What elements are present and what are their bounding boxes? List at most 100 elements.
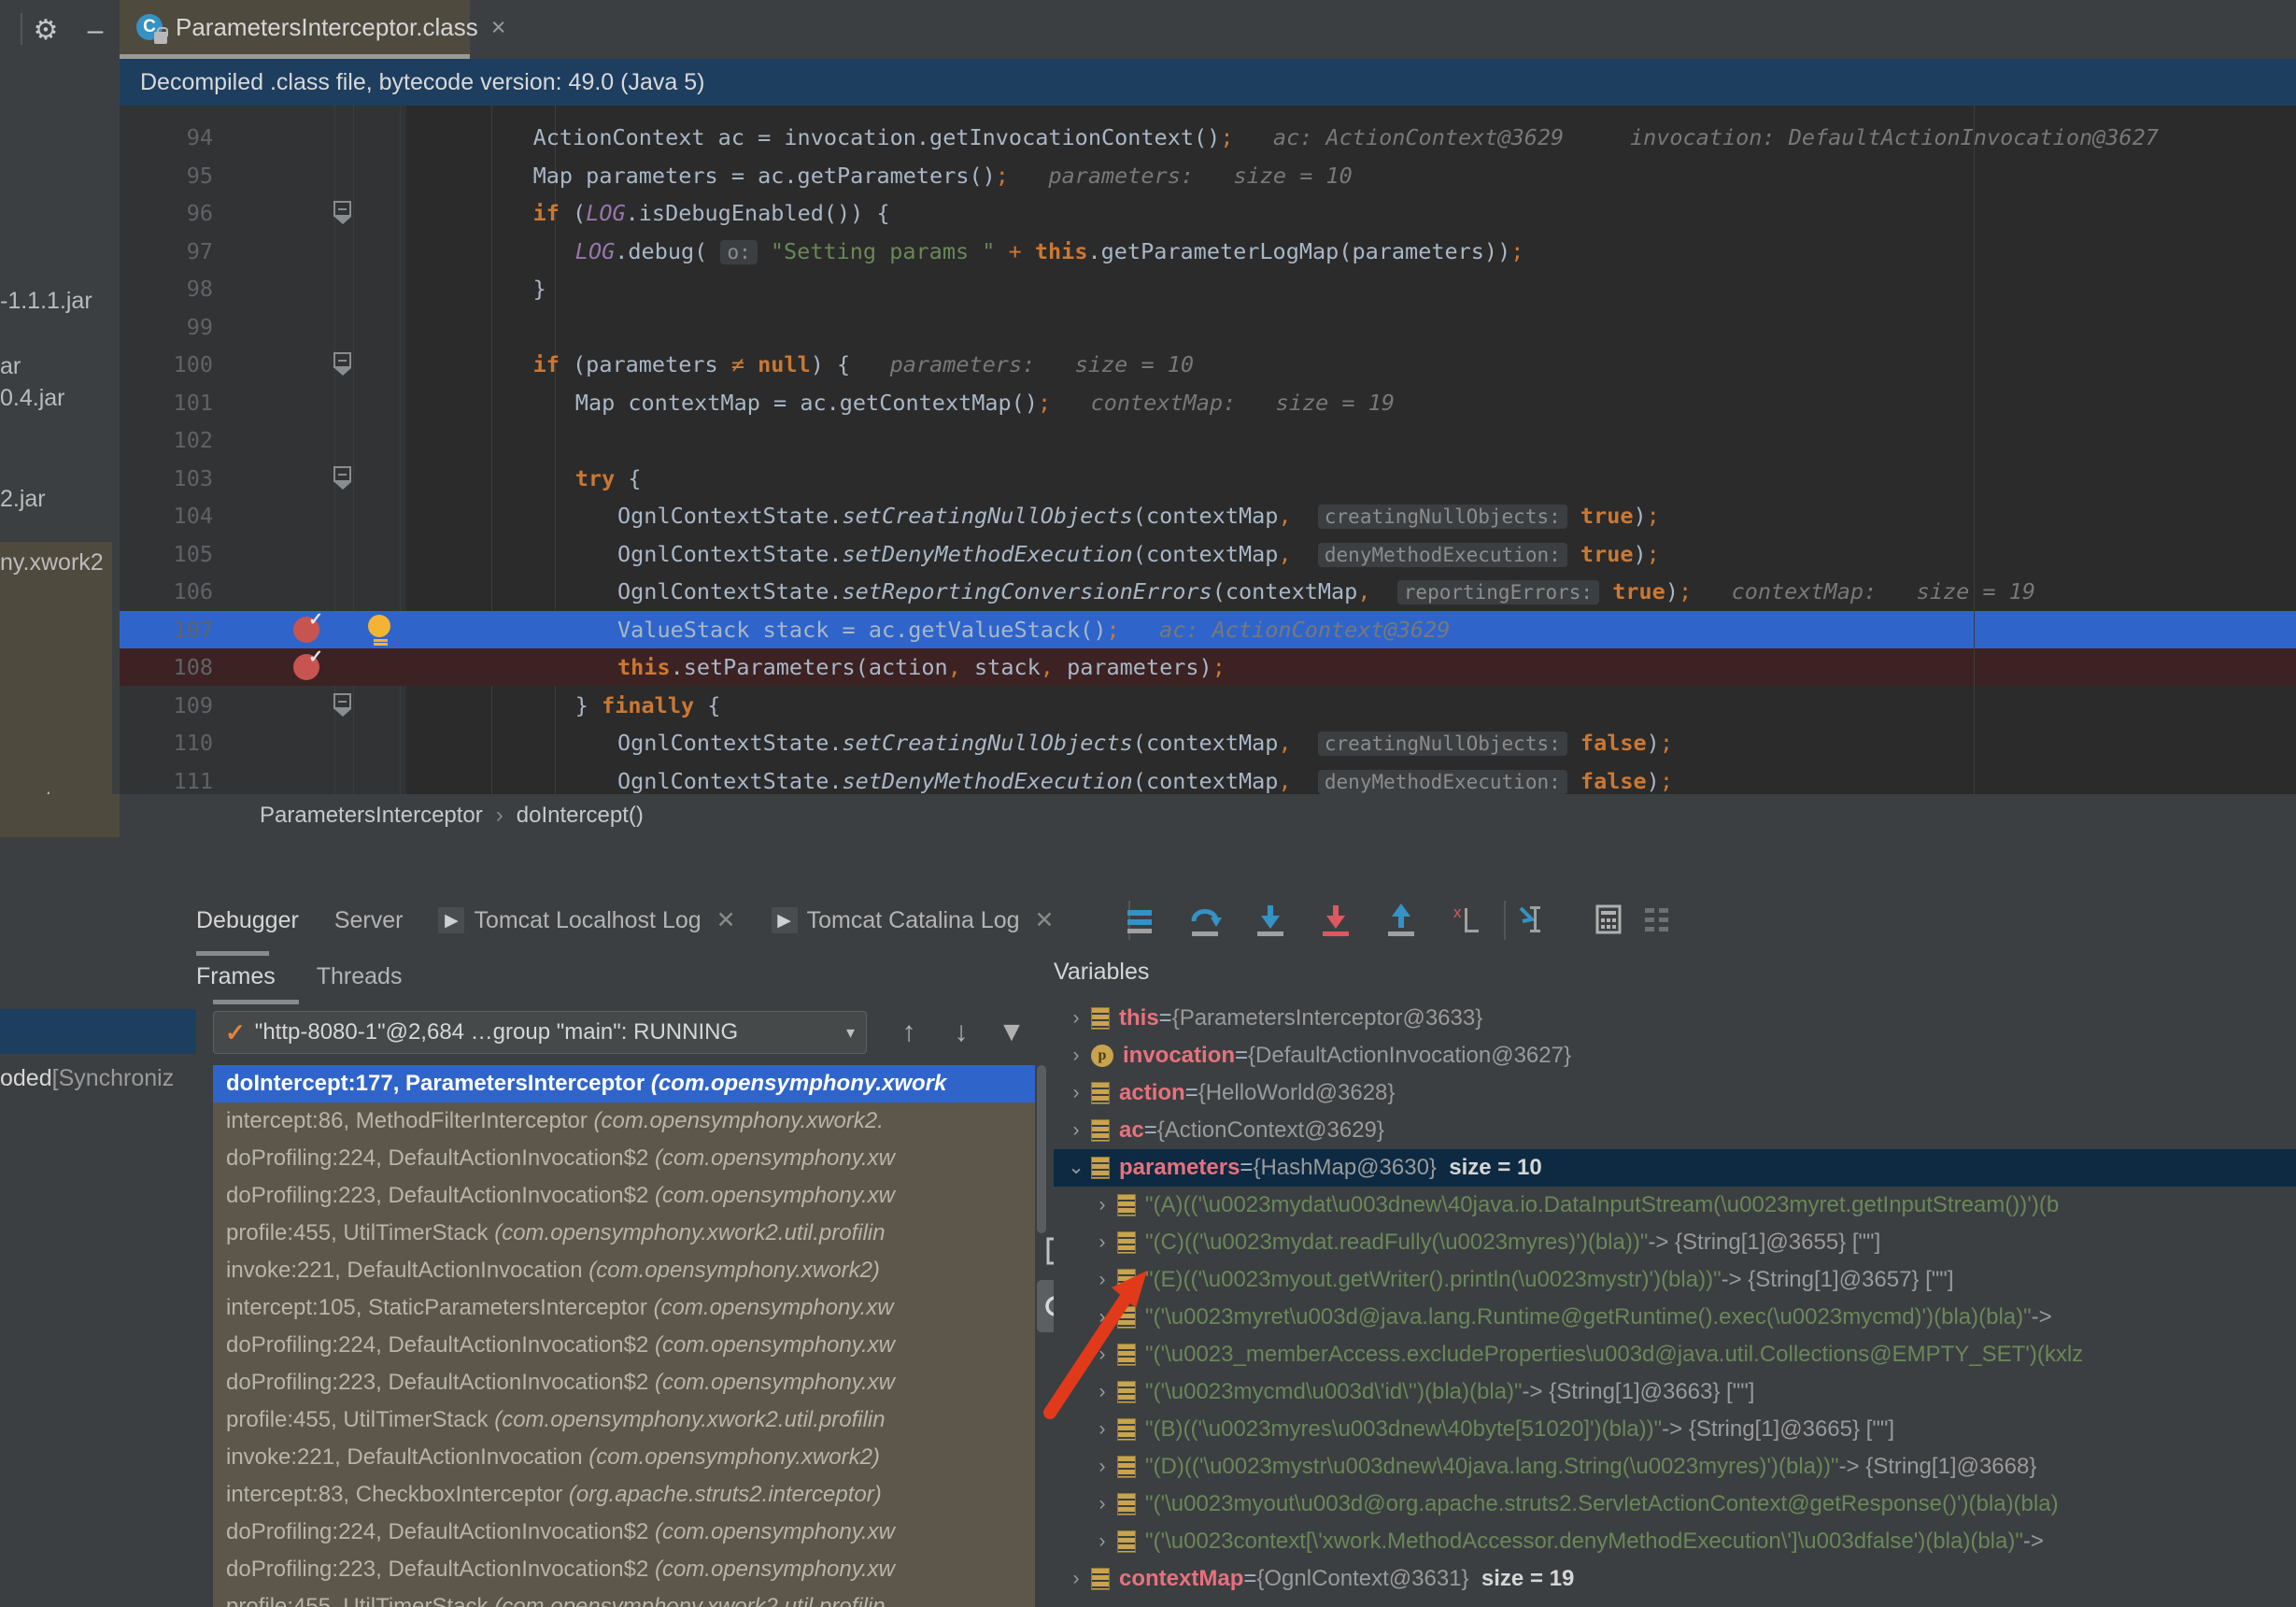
thread-selector[interactable]: ✓ "http-8080-1"@2,684 …group "main": RUN… (213, 1011, 867, 1054)
expand-arrow-icon[interactable]: › (1087, 1187, 1117, 1224)
frame-row[interactable]: intercept:83, CheckboxInterceptor (org.a… (213, 1476, 1035, 1514)
frame-row[interactable]: profile:455, UtilTimerStack (com.opensym… (213, 1215, 1035, 1252)
frame-row[interactable]: profile:455, UtilTimerStack (com.opensym… (213, 1401, 1035, 1439)
variable-row[interactable]: › "(A)(('\u0023mydat\u003dnew\40java.io.D… (1054, 1187, 2296, 1224)
drop-frame-icon[interactable]: x (1446, 899, 1487, 940)
frame-row[interactable]: doProfiling:224, DefaultActionInvocation… (213, 1140, 1035, 1177)
variable-row[interactable]: › "('\u0023mycmd\u003d\'id\'')(bla)(bla)"… (1054, 1373, 2296, 1411)
frame-row[interactable]: doProfiling:223, DefaultActionInvocation… (213, 1364, 1035, 1401)
code-line-102[interactable]: 102 (120, 421, 2296, 459)
variable-row[interactable]: ⌄ parameters = {HashMap@3630} size = 10 (1054, 1149, 2296, 1187)
frame-row[interactable]: intercept:105, StaticParametersIntercept… (213, 1289, 1035, 1327)
expand-arrow-icon[interactable]: › (1087, 1448, 1117, 1486)
variables-list[interactable]: › this = {ParametersInterceptor@3633} › p in… (1054, 1000, 2296, 1607)
code-line-101[interactable]: 101 Map contextMap = ac.getContextMap(); … (120, 384, 2296, 421)
tab-threads[interactable]: Threads (317, 963, 403, 990)
expand-arrow-icon[interactable]: › (1087, 1261, 1117, 1299)
variable-row[interactable]: › this = {ParametersInterceptor@3633} (1054, 1000, 2296, 1037)
variable-row[interactable]: › "(D)(('\u0023mystr\u003dnew\40java.lang… (1054, 1448, 2296, 1486)
tab-tomcat-catalina-log[interactable]: ▶ Tomcat Catalina Log ✕ (771, 906, 1055, 934)
expand-arrow-icon[interactable]: › (1061, 1000, 1091, 1037)
minimize-icon[interactable]: – (79, 15, 111, 47)
frames-list[interactable]: doIntercept:177, ParametersInterceptor (… (213, 1065, 1035, 1607)
tab-server[interactable]: Server (334, 907, 404, 934)
frame-row[interactable]: intercept:86, MethodFilterInterceptor (c… (213, 1102, 1035, 1140)
tab-frames[interactable]: Frames (196, 963, 276, 990)
expand-arrow-icon[interactable]: › (1087, 1336, 1117, 1373)
frame-row[interactable]: profile:455, UtilTimerStack (com.opensym… (213, 1588, 1035, 1607)
expand-arrow-icon[interactable]: › (1087, 1299, 1117, 1336)
code-line-108[interactable]: 108 this.setParameters(action, stack, par… (120, 648, 2296, 686)
sidebar-item-2[interactable]: 0.4.jar (0, 385, 64, 412)
variable-row[interactable]: › "('\u0023context[\'xwork.MethodAccessor… (1054, 1523, 2296, 1560)
breakpoint-icon-107[interactable] (293, 609, 323, 643)
variable-row[interactable]: › "('\u0023myret\u003d@java.lang.Runtime@… (1054, 1299, 2296, 1336)
editor-tab-parametersinterceptor[interactable]: C ParametersInterceptor.class × (120, 0, 505, 54)
step-out-icon[interactable] (1381, 899, 1422, 940)
tab-tomcat-localhost-log[interactable]: ▶ Tomcat Localhost Log ✕ (438, 906, 736, 934)
code-line-95[interactable]: 95 Map parameters = ac.getParameters(); p… (120, 157, 2296, 194)
breadcrumb-class[interactable]: ParametersInterceptor (260, 803, 483, 829)
frame-row[interactable]: doProfiling:223, DefaultActionInvocation… (213, 1177, 1035, 1215)
frame-row[interactable]: doProfiling:224, DefaultActionInvocation… (213, 1514, 1035, 1551)
settings-icon[interactable] (1637, 899, 1678, 940)
code-line-98[interactable]: 98} (120, 270, 2296, 307)
breadcrumb-method[interactable]: doIntercept() (517, 803, 644, 829)
expand-arrow-icon[interactable]: › (1061, 1560, 1091, 1598)
code-line-96[interactable]: 96 if (LOG.isDebugEnabled()) { (120, 194, 2296, 232)
code-line-106[interactable]: 106 OgnlContextState.setReportingConversi… (120, 573, 2296, 610)
close-icon[interactable]: × (491, 13, 506, 42)
up-arrow-icon[interactable]: ↑ (889, 1013, 928, 1052)
gear-icon[interactable]: ⚙ (30, 15, 62, 47)
filter-icon[interactable]: ▼ (992, 1013, 1031, 1052)
frame-row[interactable]: invoke:221, DefaultActionInvocation (com… (213, 1439, 1035, 1476)
code-line-111[interactable]: 111 OgnlContextState.setDenyMethodExecuti… (120, 762, 2296, 795)
code-line-103[interactable]: 103 try { (120, 460, 2296, 497)
expand-arrow-icon[interactable]: ⌄ (1061, 1149, 1091, 1187)
close-icon[interactable]: ✕ (1035, 906, 1055, 934)
sidebar-item-3[interactable]: 2.jar (0, 486, 46, 513)
force-step-into-icon[interactable] (1315, 899, 1356, 940)
expand-arrow-icon[interactable]: › (1087, 1411, 1117, 1448)
step-into-icon[interactable] (1250, 899, 1291, 940)
expand-arrow-icon[interactable]: › (1087, 1486, 1117, 1523)
variable-row[interactable]: › p invocation = {DefaultActionInvocation@… (1054, 1037, 2296, 1074)
expand-arrow-icon[interactable]: › (1061, 1112, 1091, 1149)
expand-arrow-icon[interactable]: › (1087, 1523, 1117, 1560)
expand-arrow-icon[interactable]: › (1087, 1224, 1117, 1261)
variable-row[interactable]: › "('\u0023_memberAccess.excludePropertie… (1054, 1336, 2296, 1373)
fold-marker-103[interactable] (333, 465, 351, 490)
code-line-107[interactable]: 107 ValueStack stack = ac.getValueStack()… (120, 610, 2296, 648)
intention-bulb-icon[interactable] (368, 614, 392, 643)
code-line-104[interactable]: 104 OgnlContextState.setCreatingNullObjec… (120, 497, 2296, 534)
variable-row[interactable]: › contextMap = {OgnlContext@3631} size = … (1054, 1560, 2296, 1598)
sidebar-item-0[interactable]: -1.1.1.jar (0, 288, 92, 315)
frame-row[interactable]: invoke:221, DefaultActionInvocation (com… (213, 1252, 1035, 1289)
variable-row[interactable]: › ac = {ActionContext@3629} (1054, 1112, 2296, 1149)
chevron-down-icon[interactable]: ▾ (846, 1023, 855, 1043)
expand-arrow-icon[interactable]: › (1087, 1373, 1117, 1411)
fold-marker-100[interactable] (333, 352, 351, 376)
frame-row[interactable]: doProfiling:223, DefaultActionInvocation… (213, 1551, 1035, 1588)
run-to-cursor-icon[interactable] (1511, 899, 1552, 940)
evaluate-expression-icon[interactable] (1588, 899, 1629, 940)
code-editor[interactable]: 94 ActionContext ac = invocation.getInvoc… (120, 106, 2296, 794)
close-icon[interactable]: ✕ (716, 906, 736, 934)
step-over-icon[interactable] (1184, 899, 1226, 940)
breakpoint-icon-108[interactable] (293, 647, 323, 680)
frame-row[interactable]: doIntercept:177, ParametersInterceptor (… (213, 1065, 1035, 1102)
code-line-105[interactable]: 105 OgnlContextState.setDenyMethodExecuti… (120, 535, 2296, 573)
fold-marker-96[interactable] (333, 201, 351, 224)
frame-row[interactable]: doProfiling:224, DefaultActionInvocation… (213, 1327, 1035, 1364)
tab-debugger[interactable]: Debugger (196, 907, 299, 934)
variable-row[interactable]: › action = {HelloWorld@3628} (1054, 1074, 2296, 1112)
code-line-99[interactable]: 99 (120, 308, 2296, 346)
code-line-100[interactable]: 100 if (parameters ≠ null) { parameters: … (120, 346, 2296, 383)
code-line-94[interactable]: 94 ActionContext ac = invocation.getInvoc… (120, 119, 2296, 156)
variable-row[interactable]: › "('\u0023myout\u003d@org.apache.struts2… (1054, 1486, 2296, 1523)
down-arrow-icon[interactable]: ↓ (942, 1013, 981, 1052)
code-line-110[interactable]: 110 OgnlContextState.setCreatingNullObjec… (120, 724, 2296, 761)
variable-row[interactable]: › "(C)(('\u0023mydat.readFully(\u0023myre… (1054, 1224, 2296, 1261)
expand-arrow-icon[interactable]: › (1061, 1037, 1091, 1074)
code-line-109[interactable]: 109} finally { (120, 687, 2296, 724)
